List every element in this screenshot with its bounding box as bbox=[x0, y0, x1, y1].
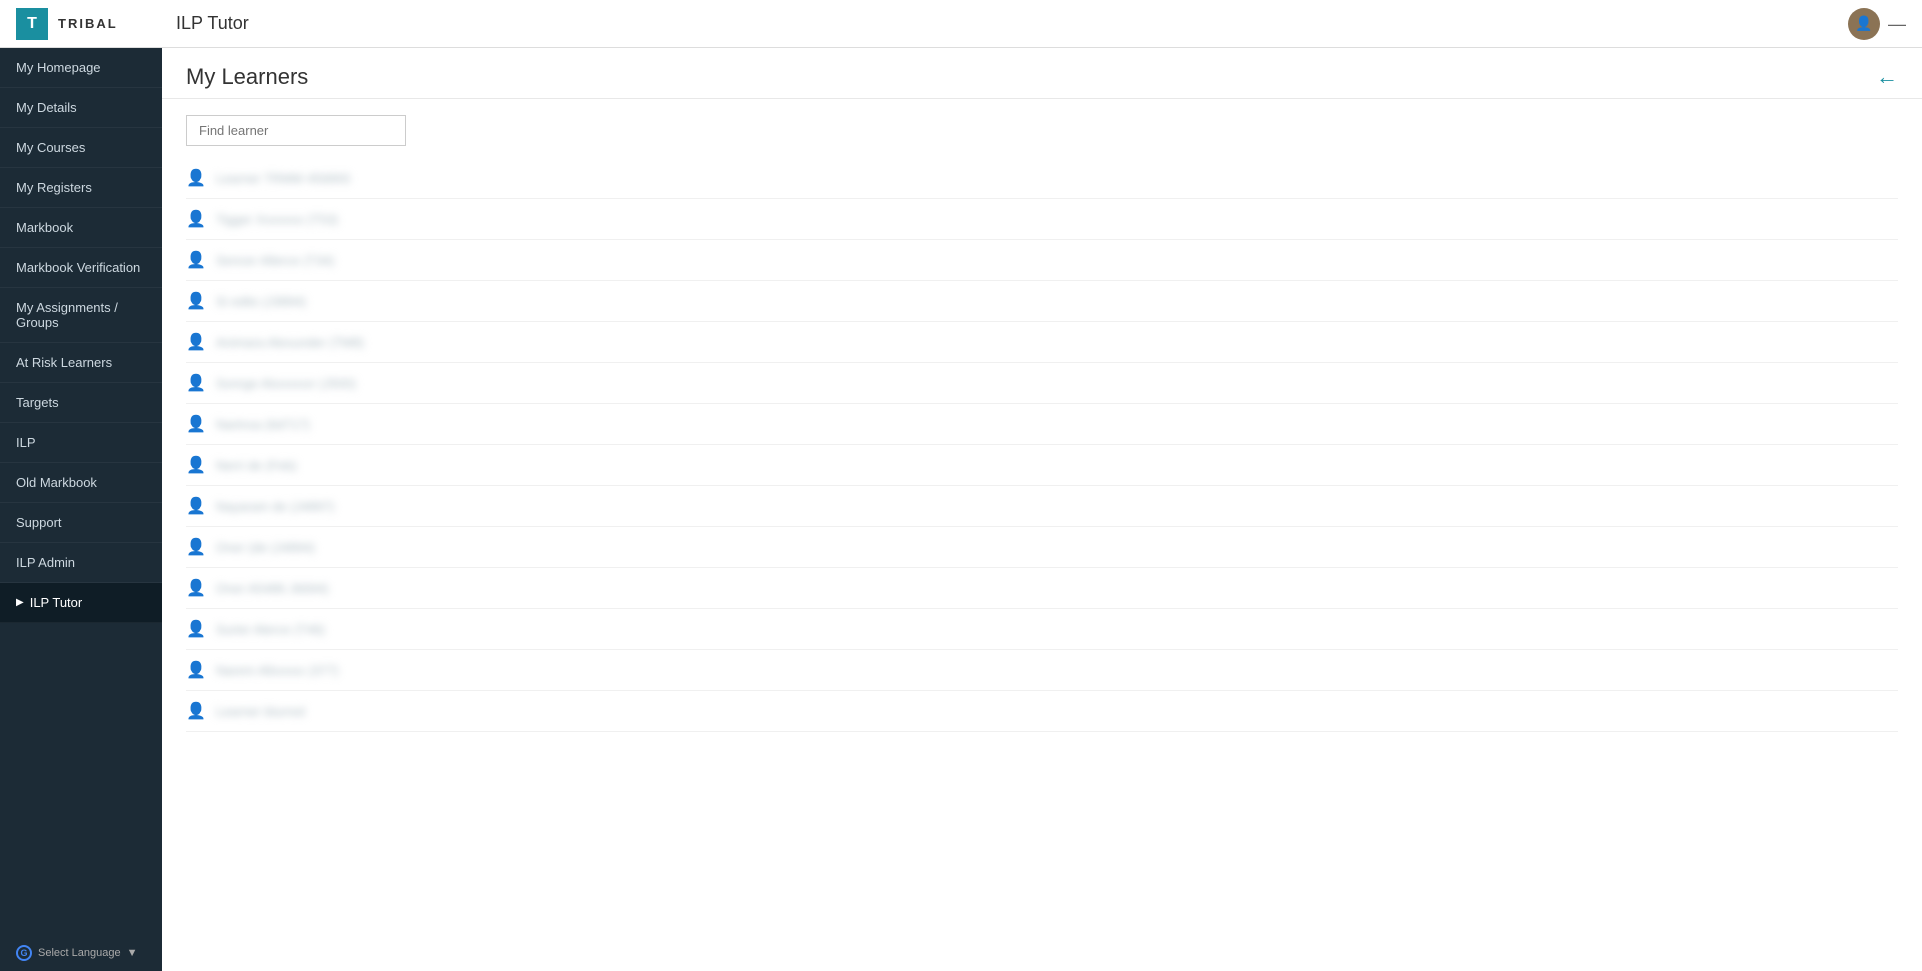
content-header: My Learners ← bbox=[162, 48, 1922, 99]
select-language-arrow: ▼ bbox=[127, 947, 138, 959]
sidebar-item-markbook[interactable]: Markbook bbox=[0, 208, 162, 248]
sidebar-item-support[interactable]: Support bbox=[0, 503, 162, 543]
sidebar-item-ilp[interactable]: ILP bbox=[0, 423, 162, 463]
list-item[interactable]: 👤 Tigger Xxxxxxx (T53) bbox=[186, 199, 1898, 240]
sidebar-item-old-markbook[interactable]: Old Markbook bbox=[0, 463, 162, 503]
list-item[interactable]: 👤 Nartnxa (6d717) bbox=[186, 404, 1898, 445]
list-item[interactable]: 👤 Learner TRMM 456893 bbox=[186, 158, 1898, 199]
learner-name: Narem Allxxxxx (377) bbox=[216, 663, 339, 678]
logo-box: T bbox=[16, 8, 48, 40]
avatar[interactable]: 👤 bbox=[1848, 8, 1880, 40]
person-icon: 👤 bbox=[186, 537, 206, 557]
learner-name: Oner (de (J4894) bbox=[216, 540, 315, 555]
page-title: My Learners bbox=[186, 64, 308, 90]
learner-name: Si edits (J3894) bbox=[216, 294, 306, 309]
list-item[interactable]: 👤 Sonrge Alxxxxxxr (J500) bbox=[186, 363, 1898, 404]
list-item[interactable]: 👤 Oner (de (J4894) bbox=[186, 527, 1898, 568]
learner-name: Oner A5486 J6694) bbox=[216, 581, 329, 596]
list-item[interactable]: 👤 Si edits (J3894) bbox=[186, 281, 1898, 322]
list-item[interactable]: 👤 Learner blurred bbox=[186, 691, 1898, 732]
person-icon: 👤 bbox=[186, 578, 206, 598]
person-icon: 👤 bbox=[186, 332, 206, 352]
sidebar-item-at-risk-learners[interactable]: At Risk Learners bbox=[0, 343, 162, 383]
learner-list: 👤 Learner TRMM 456893 👤 Tigger Xxxxxxx (T53… bbox=[162, 154, 1922, 736]
list-item[interactable]: 👤 Nerri de (Feb) bbox=[186, 445, 1898, 486]
list-item[interactable]: 👤 Surier Alerce (T46) bbox=[186, 609, 1898, 650]
learner-name: Sencer Allerce (T34) bbox=[216, 253, 335, 268]
person-icon: 👤 bbox=[186, 496, 206, 516]
sidebar-item-ilp-tutor[interactable]: ILP Tutor bbox=[0, 583, 162, 623]
learner-name: Nerri de (Feb) bbox=[216, 458, 297, 473]
select-language-area[interactable]: G Select Language ▼ bbox=[0, 935, 162, 971]
select-language-label: Select Language bbox=[38, 947, 121, 959]
learner-name: Animara Alexunder (TM8) bbox=[216, 335, 364, 350]
logo-text: TRIBAL bbox=[58, 16, 118, 31]
sidebar-item-my-assignments---groups[interactable]: My Assignments / Groups bbox=[0, 288, 162, 343]
learner-name: Nayaram de (J4897) bbox=[216, 499, 335, 514]
learner-name: Nartnxa (6d717) bbox=[216, 417, 310, 432]
person-icon: 👤 bbox=[186, 373, 206, 393]
person-icon: 👤 bbox=[186, 250, 206, 270]
sidebar-item-ilp-admin[interactable]: ILP Admin bbox=[0, 543, 162, 583]
person-icon: 👤 bbox=[186, 701, 206, 721]
list-item[interactable]: 👤 Narem Allxxxxx (377) bbox=[186, 650, 1898, 691]
sidebar-item-my-homepage[interactable]: My Homepage bbox=[0, 48, 162, 88]
person-icon: 👤 bbox=[186, 291, 206, 311]
sidebar-item-targets[interactable]: Targets bbox=[0, 383, 162, 423]
person-icon: 👤 bbox=[186, 168, 206, 188]
sidebar-item-my-courses[interactable]: My Courses bbox=[0, 128, 162, 168]
person-icon: 👤 bbox=[186, 660, 206, 680]
logo-letter: T bbox=[27, 15, 37, 33]
learner-name: Surier Alerce (T46) bbox=[216, 622, 325, 637]
learner-name: Learner TRMM 456893 bbox=[216, 171, 350, 186]
list-item[interactable]: 👤 Oner A5486 J6694) bbox=[186, 568, 1898, 609]
google-icon: G bbox=[16, 945, 32, 961]
sidebar-item-my-registers[interactable]: My Registers bbox=[0, 168, 162, 208]
sidebar-item-my-details[interactable]: My Details bbox=[0, 88, 162, 128]
learner-name: Learner blurred bbox=[216, 704, 305, 719]
person-icon: 👤 bbox=[186, 414, 206, 434]
logo-area: T TRIBAL bbox=[16, 8, 176, 40]
list-item[interactable]: 👤 Sencer Allerce (T34) bbox=[186, 240, 1898, 281]
learner-name: Sonrge Alxxxxxxr (J500) bbox=[216, 376, 356, 391]
app-title: ILP Tutor bbox=[176, 13, 249, 34]
sidebar: My HomepageMy DetailsMy CoursesMy Regist… bbox=[0, 48, 162, 971]
main-layout: My HomepageMy DetailsMy CoursesMy Regist… bbox=[0, 48, 1922, 971]
sidebar-item-markbook-verification[interactable]: Markbook Verification bbox=[0, 248, 162, 288]
top-header: T TRIBAL ILP Tutor 👤 — bbox=[0, 0, 1922, 48]
minimize-button[interactable]: — bbox=[1888, 15, 1906, 33]
list-item[interactable]: 👤 Animara Alexunder (TM8) bbox=[186, 322, 1898, 363]
person-icon: 👤 bbox=[186, 619, 206, 639]
person-icon: 👤 bbox=[186, 209, 206, 229]
search-area bbox=[162, 99, 1922, 154]
search-input[interactable] bbox=[186, 115, 406, 146]
list-item[interactable]: 👤 Nayaram de (J4897) bbox=[186, 486, 1898, 527]
learner-name: Tigger Xxxxxxx (T53) bbox=[216, 212, 338, 227]
content-area: My Learners ← 👤 Learner TRMM 456893 👤 Tigge… bbox=[162, 48, 1922, 971]
header-user: 👤 — bbox=[1848, 8, 1906, 40]
back-button[interactable]: ← bbox=[1876, 64, 1898, 90]
person-icon: 👤 bbox=[186, 455, 206, 475]
